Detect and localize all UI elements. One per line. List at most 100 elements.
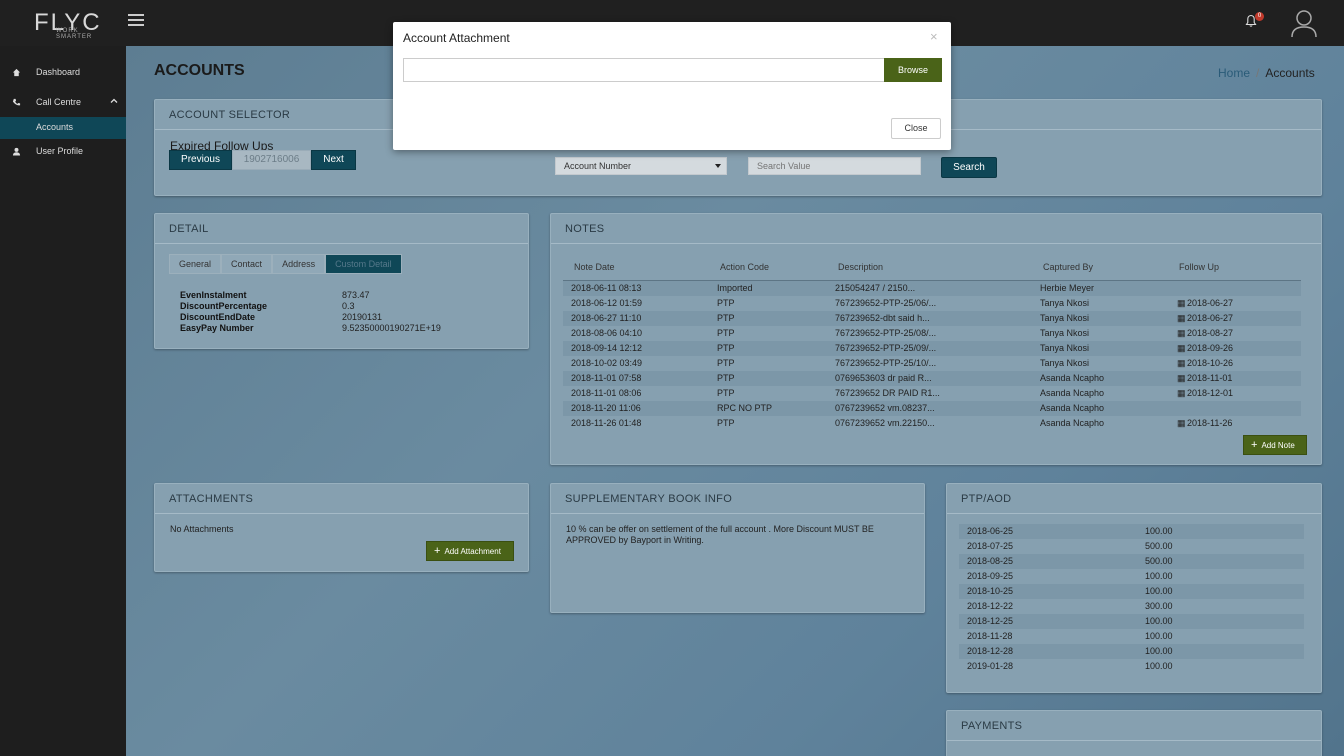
ptp-amount: 100.00 (1145, 571, 1173, 581)
table-row[interactable]: 2018-06-27 11:10 PTP 767239652-dbt said h.… (563, 311, 1301, 326)
logo-tagline: WORK SMARTER (56, 28, 93, 40)
captured-by: Tanya Nkosi (1040, 343, 1090, 353)
ptp-date: 2018-12-28 (967, 646, 1014, 656)
ptp-amount: 100.00 (1145, 586, 1173, 596)
captured-by: Tanya Nkosi (1040, 328, 1090, 338)
note-date: 2018-11-01 07:58 (571, 373, 642, 383)
tab-general[interactable]: General (169, 254, 222, 274)
follow-up-date: 2018-06-27 (1187, 298, 1234, 308)
sidebar-item-dashboard[interactable]: Dashboard (0, 62, 126, 84)
search-value-input[interactable] (748, 157, 921, 175)
sidebar-item-call-centre[interactable]: Call Centre (0, 92, 126, 114)
user-avatar-icon[interactable] (1290, 8, 1318, 38)
table-row[interactable]: 2018-11-01 08:06 PTP 767239652 DR PAID R1.… (563, 386, 1301, 401)
calendar-icon: ▦ (1177, 388, 1186, 398)
notes-panel: NOTES Note Date Action Code Description … (550, 213, 1322, 465)
column-header[interactable]: Captured By (1043, 262, 1093, 272)
ptp-date: 2018-12-25 (967, 616, 1014, 626)
next-button[interactable]: Next (311, 150, 356, 170)
add-attachment-button[interactable]: + Add Attachment (426, 541, 514, 561)
note-date: 2018-08-06 04:10 (571, 328, 643, 338)
ptp-date: 2018-06-25 (967, 526, 1014, 536)
breadcrumb-current: Accounts (1265, 66, 1315, 80)
captured-by: Asanda Ncapho (1040, 418, 1105, 428)
calendar-icon: ▦ (1177, 418, 1186, 428)
table-row[interactable]: 2018-06-12 01:59 PTP 767239652-PTP-25/06/.… (563, 296, 1301, 311)
note-date: 2018-10-02 03:49 (571, 358, 643, 368)
ptp-amount: 100.00 (1145, 646, 1173, 656)
column-header[interactable]: Description (838, 262, 883, 272)
action-code: PTP (717, 298, 735, 308)
home-icon (12, 68, 21, 77)
account-navigator: Previous 1902716006 Next (169, 150, 356, 170)
table-row[interactable]: 2018-06-25 100.00 (959, 524, 1304, 539)
detail-tabs: General Contact Address Custom Detail (169, 254, 402, 274)
table-row[interactable]: 2018-09-25 100.00 (959, 569, 1304, 584)
follow-up-date: 2018-11-26 (1187, 418, 1233, 428)
ptp-aod-panel: PTP/AOD 2018-06-25 100.00 2018-07-25 500.0… (946, 483, 1322, 693)
caret-down-icon (715, 164, 721, 168)
previous-button[interactable]: Previous (169, 150, 232, 170)
modal-title: Account Attachment (403, 31, 510, 45)
close-icon[interactable]: × (930, 29, 938, 44)
table-row[interactable]: 2018-08-06 04:10 PTP 767239652-PTP-25/08/.… (563, 326, 1301, 341)
tab-address[interactable]: Address (272, 254, 326, 274)
note-date: 2018-06-12 01:59 (571, 298, 643, 308)
table-row[interactable]: 2018-11-26 01:48 PTP 0767239652 vm.22150..… (563, 416, 1301, 430)
action-code: RPC NO PTP (717, 403, 773, 413)
table-row[interactable]: 2018-12-22 300.00 (959, 599, 1304, 614)
ptp-amount: 500.00 (1145, 556, 1173, 566)
close-button[interactable]: Close (891, 118, 941, 139)
file-path-input[interactable] (403, 58, 885, 82)
tab-custom-detail[interactable]: Custom Detail (325, 254, 402, 274)
ptp-amount: 500.00 (1145, 541, 1173, 551)
action-code: Imported (717, 283, 753, 293)
attachments-panel: ATTACHMENTS No Attachments + Add Attachme… (154, 483, 529, 572)
follow-up-date: 2018-10-26 (1187, 358, 1234, 368)
supplementary-book-info-panel: SUPPLEMENTARY BOOK INFO 10 % can be offe… (550, 483, 925, 613)
column-header[interactable]: Action Code (720, 262, 769, 272)
add-note-button[interactable]: + Add Note (1243, 435, 1307, 455)
plus-icon: + (434, 545, 441, 557)
table-row[interactable]: 2019-01-28 100.00 (959, 659, 1304, 674)
table-row[interactable]: 2018-12-28 100.00 (959, 644, 1304, 659)
captured-by: Tanya Nkosi (1040, 358, 1090, 368)
sidebar-item-user-profile[interactable]: User Profile (0, 141, 126, 163)
detail-field-key: DiscountEndDate (180, 312, 256, 322)
action-code: PTP (717, 313, 735, 323)
table-row[interactable]: 2018-12-25 100.00 (959, 614, 1304, 629)
column-header[interactable]: Follow Up (1179, 262, 1219, 272)
search-button[interactable]: Search (941, 157, 997, 178)
browse-button[interactable]: Browse (884, 58, 942, 82)
table-row[interactable]: 2018-06-11 08:13 Imported 215054247 / 2150… (563, 281, 1301, 296)
note-description: 767239652-PTP-25/10/... (835, 358, 937, 368)
table-row[interactable]: 2018-10-25 100.00 (959, 584, 1304, 599)
detail-panel: DETAIL General Contact Address Custom De… (154, 213, 529, 349)
table-row[interactable]: 2018-11-28 100.00 (959, 629, 1304, 644)
table-row[interactable]: 2018-09-14 12:12 PTP 767239652-PTP-25/09/.… (563, 341, 1301, 356)
tab-contact[interactable]: Contact (221, 254, 273, 274)
note-description: 767239652-dbt said h... (835, 313, 930, 323)
table-row[interactable]: 2018-08-25 500.00 (959, 554, 1304, 569)
table-row[interactable]: 2018-07-25 500.00 (959, 539, 1304, 554)
ptp-amount: 100.00 (1145, 616, 1173, 626)
search-field-select[interactable]: Account Number (555, 157, 727, 175)
table-row[interactable]: 2018-11-20 11:06 RPC NO PTP 0767239652 vm.… (563, 401, 1301, 416)
logo[interactable]: FLYC WORK SMARTER (30, 9, 112, 40)
detail-field-value: 20190131 (342, 312, 383, 322)
add-attachment-label: Add Attachment (444, 547, 501, 556)
menu-toggle-icon[interactable] (128, 14, 144, 28)
sidebar-item-label: Call Centre (36, 97, 82, 107)
supplementary-text: 10 % can be offer on settlement of the f… (566, 524, 874, 545)
table-row[interactable]: 2018-10-02 03:49 PTP 767239652-PTP-25/10/.… (563, 356, 1301, 371)
follow-up-date: 2018-12-01 (1187, 388, 1234, 398)
panel-title: SUPPLEMENTARY BOOK INFO (551, 484, 924, 514)
action-code: PTP (717, 418, 735, 428)
account-number-field[interactable]: 1902716006 (232, 150, 311, 170)
table-row[interactable]: 2018-11-01 07:58 PTP 0769653603 dr paid R.… (563, 371, 1301, 386)
breadcrumb-home-link[interactable]: Home (1218, 66, 1250, 80)
column-header[interactable]: Note Date (574, 262, 615, 272)
action-code: PTP (717, 328, 735, 338)
sidebar-item-accounts[interactable]: Accounts (0, 117, 126, 139)
panel-title: PTP/AOD (947, 484, 1321, 514)
